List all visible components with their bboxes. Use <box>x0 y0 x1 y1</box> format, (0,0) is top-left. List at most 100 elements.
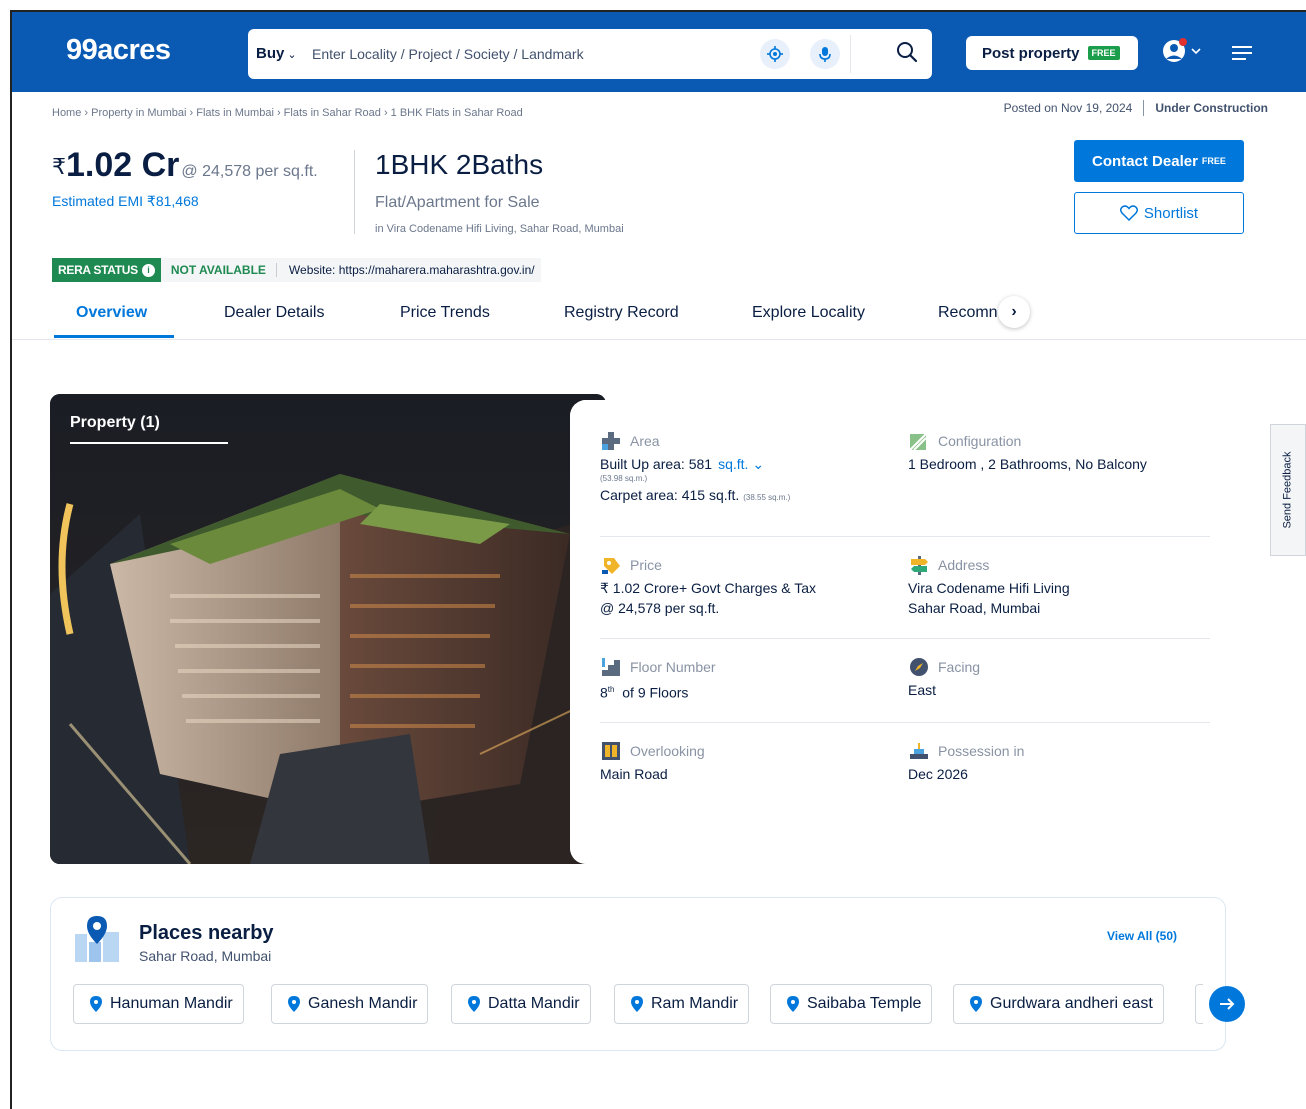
rupee-symbol: ₹ <box>52 154 66 179</box>
carpet-area: Carpet area: 415 sq.ft. <box>600 487 740 503</box>
site-logo[interactable]: 99acres <box>66 34 171 67</box>
shortlist-label: Shortlist <box>1143 204 1199 222</box>
address-line-2: Sahar Road, Mumbai <box>908 600 1041 616</box>
place-chip[interactable]: Datta Mandir <box>451 984 591 1024</box>
detail-overlooking: Overlooking Main Road <box>600 740 890 784</box>
heart-icon <box>1119 205 1138 221</box>
overlooking-value: Main Road <box>600 766 668 782</box>
place-chip[interactable]: Saibaba Temple <box>770 984 933 1024</box>
area-icon <box>600 430 622 452</box>
chevron-down-icon: ⌄ <box>752 456 765 472</box>
unit-dropdown[interactable]: sq.ft. ⌄ <box>718 456 764 472</box>
buy-label: Buy <box>256 45 285 62</box>
chevron-right-icon: › <box>1011 303 1017 320</box>
search-bar: Buy ⌄ <box>248 29 932 79</box>
location-pin-icon <box>787 996 799 1012</box>
property-location: in Vira Codename Hifi Living, Sahar Road… <box>375 223 624 235</box>
photo-count-label: Property (1) <box>70 414 160 431</box>
place-chip[interactable]: Ganesh Mandir <box>271 984 429 1024</box>
tab-overview[interactable]: Overview <box>76 304 147 322</box>
place-name: Hanuman Mandir <box>110 995 233 1012</box>
place-chip[interactable]: Gurdwara andheri east <box>953 984 1164 1024</box>
property-details-card: Area Built Up area: 581 sq.ft. ⌄ (53.98 s… <box>570 400 1232 864</box>
built-up-area: Built Up area: 581 <box>600 456 713 472</box>
info-icon[interactable]: i <box>141 263 155 277</box>
send-feedback-tab[interactable]: Send Feedback <box>1270 424 1306 556</box>
search-button[interactable] <box>896 41 918 68</box>
area-label: Area <box>630 433 660 449</box>
rera-status-badge: RERA STATUS i <box>52 258 161 282</box>
voice-search-button[interactable] <box>810 39 840 69</box>
post-property-label: Post property <box>982 44 1080 62</box>
tab-registry-record[interactable]: Registry Record <box>564 304 679 322</box>
places-nearby-section: Places nearby Sahar Road, Mumbai View Al… <box>50 897 1245 1051</box>
possession-label: Possession in <box>938 743 1025 759</box>
floor-number: 8 <box>600 684 608 701</box>
place-name: Ram Mandir <box>651 995 739 1012</box>
row-divider <box>600 536 1210 537</box>
location-pin-icon <box>970 996 982 1012</box>
photo-label-underline <box>70 442 228 444</box>
contact-dealer-label: Contact Dealer <box>1092 152 1198 170</box>
location-pin-icon <box>90 996 102 1012</box>
property-photo[interactable]: Property (1) <box>50 394 606 864</box>
floor-stairs-icon <box>600 656 622 678</box>
breadcrumb[interactable]: Home › Property in Mumbai › Flats in Mum… <box>52 107 523 119</box>
post-property-button[interactable]: Post property FREE <box>966 36 1138 70</box>
floor-total: of 9 Floors <box>622 684 689 701</box>
view-all-link[interactable]: View All (50) <box>1107 929 1177 943</box>
address-line-1: Vira Codename Hifi Living <box>908 580 1070 596</box>
rera-label: RERA STATUS <box>58 263 138 277</box>
place-chip-partial[interactable] <box>1195 984 1203 1024</box>
shortlist-button[interactable]: Shortlist <box>1074 192 1244 234</box>
price-value: 1.02 Cr <box>66 146 180 184</box>
place-chip[interactable]: Ram Mandir <box>614 984 750 1024</box>
configuration-value: 1 Bedroom , 2 Bathrooms, No Balcony <box>908 456 1147 472</box>
facing-label: Facing <box>938 659 981 675</box>
locate-me-button[interactable] <box>760 39 790 69</box>
top-header: 99acres Buy⌄ Post property FREE <box>12 12 1306 92</box>
price-block: ₹1.02 Cr @ 24,578 per sq.ft. <box>52 146 318 185</box>
listing-meta: Posted on Nov 19, 2024 Under Constructio… <box>1004 100 1268 116</box>
location-pin-icon <box>468 996 480 1012</box>
building-render-image <box>50 394 606 864</box>
arrow-right-icon <box>1220 998 1235 1010</box>
search-divider <box>850 35 851 73</box>
detail-possession: Possession in Dec 2026 <box>908 740 1208 784</box>
tabs-scroll-right-button[interactable]: › <box>998 296 1030 328</box>
location-target-icon <box>767 46 783 62</box>
places-title: Places nearby <box>139 922 274 944</box>
header-divider <box>354 150 355 234</box>
detail-price: Price ₹ 1.02 Crore+ Govt Charges & Tax @… <box>600 554 890 618</box>
place-name: Datta Mandir <box>488 995 580 1012</box>
estimated-emi-link[interactable]: Estimated EMI ₹81,468 <box>52 193 199 210</box>
facing-value: East <box>908 682 937 698</box>
property-type: Flat/Apartment for Sale <box>375 194 540 211</box>
price-per-sqft: @ 24,578 per sq.ft. <box>181 163 318 180</box>
configuration-label: Configuration <box>938 433 1022 449</box>
free-badge: FREE <box>1201 156 1226 166</box>
user-menu[interactable] <box>1162 38 1204 69</box>
tab-dealer-details[interactable]: Dealer Details <box>224 304 324 322</box>
location-pin-icon <box>288 996 300 1012</box>
detail-address: Address Vira Codename Hifi Living Sahar … <box>908 554 1208 618</box>
tab-price-trends[interactable]: Price Trends <box>400 304 490 322</box>
section-tabs: Overview Dealer Details Price Trends Reg… <box>12 296 1306 340</box>
contact-dealer-button[interactable]: Contact Dealer FREE <box>1074 140 1244 182</box>
floor-label: Floor Number <box>630 659 716 675</box>
search-input[interactable] <box>312 39 732 69</box>
places-subtitle: Sahar Road, Mumbai <box>139 948 272 964</box>
details-panel: Area Built Up area: 581 sq.ft. ⌄ (53.98 s… <box>570 400 1232 864</box>
page-frame: 99acres Buy⌄ Post property FREE Home <box>10 10 1306 1109</box>
chevron-down-icon: ⌄ <box>287 49 297 61</box>
places-scroll-right-button[interactable] <box>1209 986 1245 1022</box>
rera-bar: RERA STATUS i NOT AVAILABLE Website: http… <box>52 258 541 282</box>
detail-facing: Facing East <box>908 656 1208 700</box>
buy-dropdown[interactable]: Buy ⌄ <box>256 45 297 62</box>
tab-explore-locality[interactable]: Explore Locality <box>752 304 865 322</box>
place-chip[interactable]: Hanuman Mandir <box>73 984 244 1024</box>
carpet-sqm: (38.55 sq.m.) <box>743 493 791 502</box>
hamburger-menu[interactable] <box>1232 46 1252 65</box>
built-up-sqm: (53.98 sq.m.) <box>600 474 648 483</box>
rera-website[interactable]: Website: https://maharera.maharashtra.go… <box>277 263 541 277</box>
